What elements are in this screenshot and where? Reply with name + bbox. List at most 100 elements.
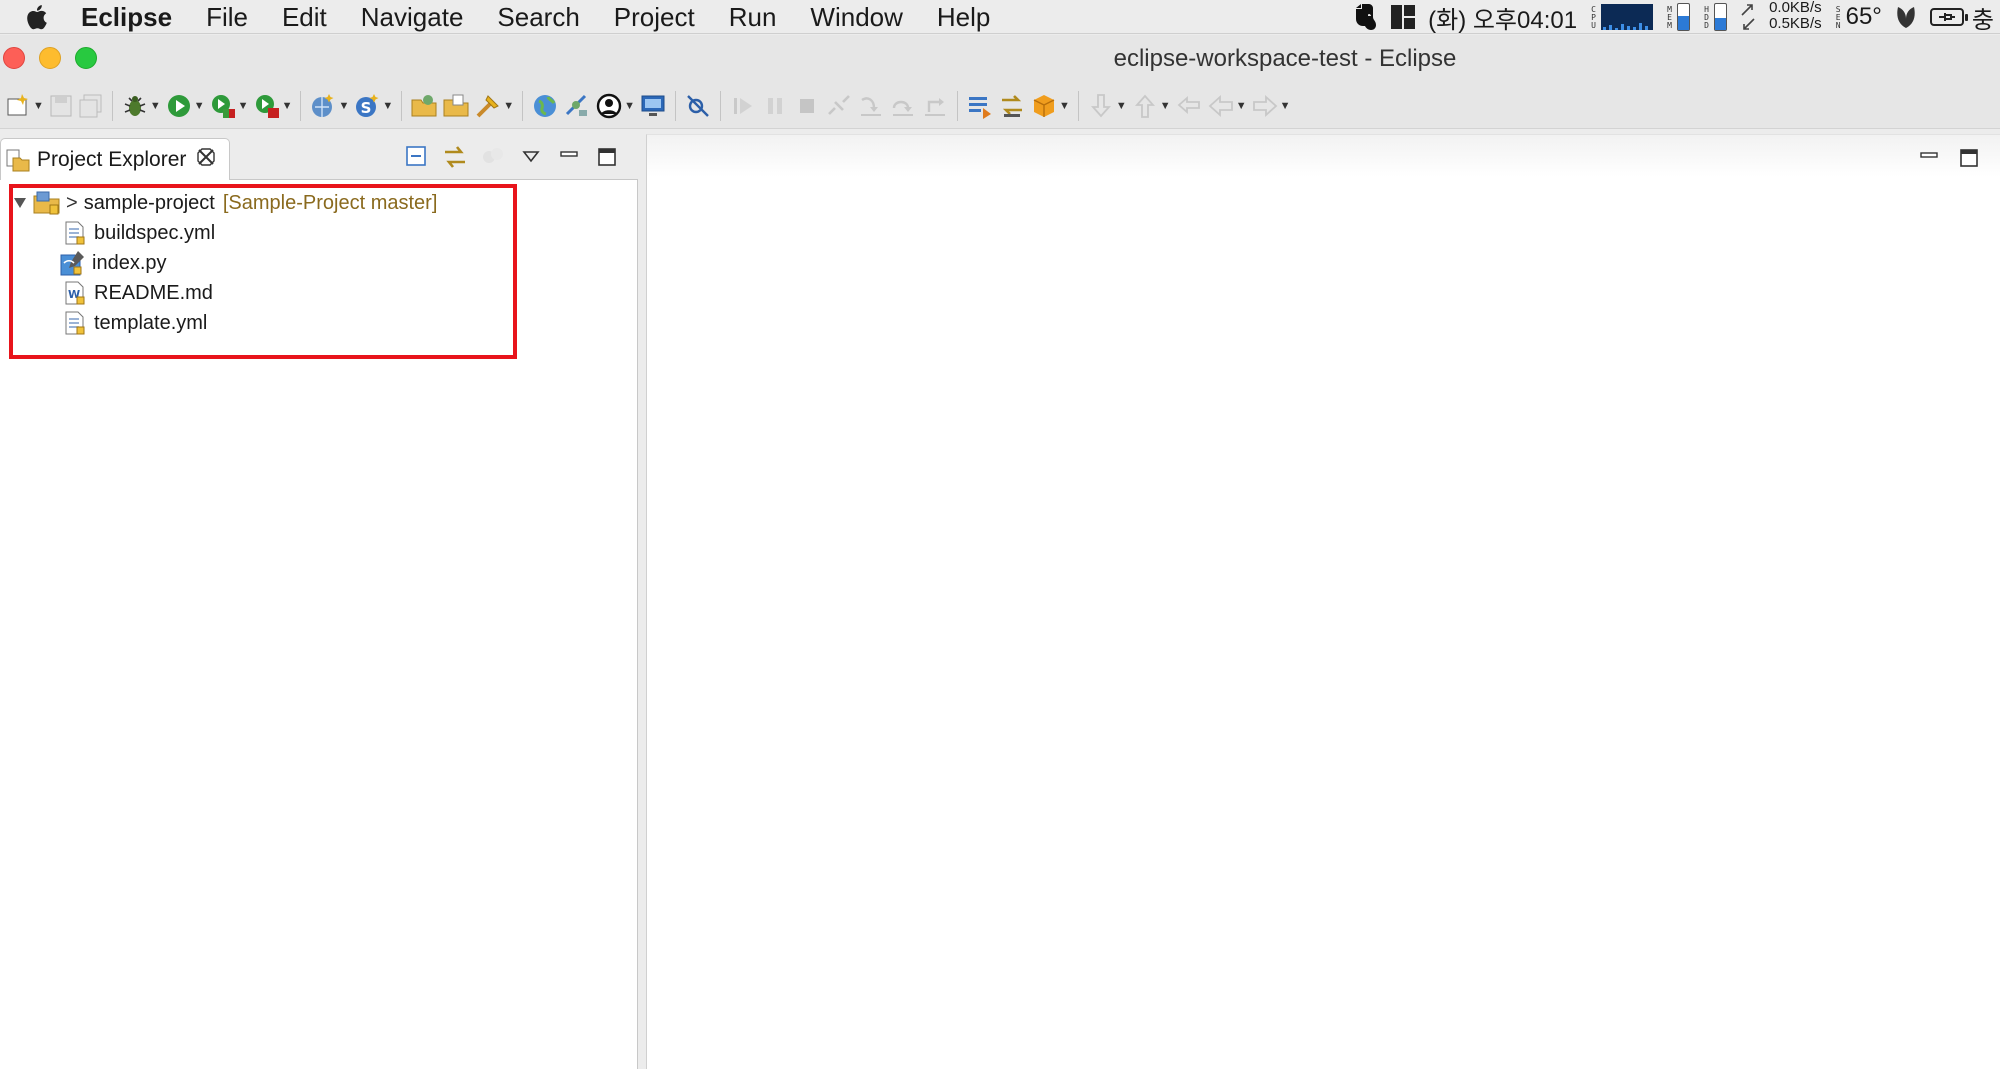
chevron-down-icon[interactable]: ▼ <box>1280 100 1291 112</box>
step-over-button[interactable] <box>887 89 919 123</box>
chevron-down-icon[interactable]: ▼ <box>1160 100 1171 112</box>
svg-text:S: S <box>361 99 372 117</box>
new-server-button[interactable]: ▼ <box>307 89 351 123</box>
window-title-bar: eclipse-workspace-test - Eclipse <box>0 35 2000 83</box>
chevron-down-icon[interactable]: ▼ <box>1116 100 1127 112</box>
disconnect-icon <box>828 94 850 115</box>
memory-monitor[interactable]: MEM <box>1659 0 1696 34</box>
connect-icon <box>566 94 588 116</box>
expanded-triangle-icon[interactable] <box>12 195 28 211</box>
maximize-editor-button[interactable] <box>1949 143 1989 173</box>
link-with-editor-button[interactable] <box>436 142 474 172</box>
temperature-sensor[interactable]: SEN 65° <box>1828 0 1888 34</box>
close-icon[interactable] <box>196 147 216 172</box>
hdd-label-text: HDD <box>1702 5 1712 29</box>
filter-button[interactable] <box>474 142 512 172</box>
connect-button[interactable] <box>561 89 593 123</box>
chevron-down-icon[interactable]: ▼ <box>338 100 349 112</box>
task-list-button[interactable] <box>964 89 996 123</box>
new-java-class-button[interactable]: S ▼ <box>351 89 395 123</box>
git-dirty-marker: > <box>66 191 78 214</box>
chevron-down-icon[interactable]: ▼ <box>624 100 635 112</box>
minimize-icon <box>560 151 578 157</box>
tree-file-template[interactable]: template.yml <box>62 308 207 338</box>
sync-icon <box>1002 94 1023 117</box>
terminate-button[interactable] <box>791 89 823 123</box>
step-into-button[interactable] <box>855 89 887 123</box>
leaf-app-icon[interactable] <box>1888 0 1924 34</box>
last-edit-icon <box>1177 95 1200 114</box>
chevron-down-icon[interactable]: ▼ <box>382 100 393 112</box>
external-tools-button[interactable]: ▼ <box>251 89 295 123</box>
save-button[interactable] <box>46 89 76 123</box>
clock[interactable]: (화) 오후04:01 <box>1422 0 1583 34</box>
tab-project-explorer[interactable]: Project Explorer <box>0 138 230 180</box>
yaml-file-icon <box>65 221 85 245</box>
menu-run[interactable]: Run <box>712 0 794 34</box>
chevron-down-icon[interactable]: ▼ <box>150 100 161 112</box>
maximize-view-button[interactable] <box>588 142 626 172</box>
save-all-button[interactable] <box>76 89 106 123</box>
tree-file-buildspec[interactable]: buildspec.yml <box>62 218 215 248</box>
menu-search[interactable]: Search <box>480 0 596 34</box>
battery-status[interactable]: 충 <box>1924 0 2000 34</box>
apple-menu-icon[interactable] <box>24 0 64 34</box>
minimize-view-button[interactable] <box>550 142 588 172</box>
evernote-icon[interactable] <box>1346 0 1384 34</box>
search-tools-button[interactable]: ▼ <box>472 89 516 123</box>
forward-button[interactable]: ▼ <box>1249 89 1293 123</box>
menu-app-eclipse[interactable]: Eclipse <box>64 0 189 34</box>
suspend-button[interactable] <box>759 89 791 123</box>
chevron-down-icon[interactable]: ▼ <box>33 100 44 112</box>
coverage-button[interactable]: ▼ <box>207 89 251 123</box>
menu-window[interactable]: Window <box>793 0 919 34</box>
menu-project[interactable]: Project <box>597 0 712 34</box>
menu-navigate[interactable]: Navigate <box>344 0 481 34</box>
chevron-down-icon[interactable]: ▼ <box>503 100 514 112</box>
account-button[interactable]: ▼ <box>593 89 637 123</box>
chevron-down-icon[interactable]: ▼ <box>238 100 249 112</box>
chevron-down-icon[interactable]: ▼ <box>194 100 205 112</box>
new-wizard-button[interactable]: ▼ <box>4 89 46 123</box>
debug-button[interactable]: ▼ <box>119 89 163 123</box>
disk-monitor[interactable]: HDD <box>1696 0 1733 34</box>
git-branch-decoration: [Sample-Project master] <box>222 191 438 214</box>
chevron-down-icon[interactable]: ▼ <box>1059 100 1070 112</box>
previous-annotation-button[interactable]: ▼ <box>1129 89 1173 123</box>
cpu-monitor[interactable]: CPU <box>1583 0 1659 34</box>
web-browser-button[interactable] <box>529 89 561 123</box>
menu-file[interactable]: File <box>189 0 265 34</box>
open-type-button[interactable] <box>408 89 440 123</box>
python-file-icon <box>60 251 84 276</box>
resume-button[interactable] <box>727 89 759 123</box>
menu-help[interactable]: Help <box>920 0 1007 34</box>
skip-breakpoints-button[interactable] <box>682 89 714 123</box>
open-resource-button[interactable] <box>440 89 472 123</box>
tree-project-node[interactable]: > sample-project [Sample-Project master] <box>12 188 437 218</box>
tree-file-index-py[interactable]: index.py <box>58 248 167 278</box>
globe-icon <box>534 94 557 117</box>
mem-label: MEM <box>1665 5 1674 29</box>
view-menu-button[interactable] <box>512 142 550 172</box>
tree-file-readme[interactable]: W README.md <box>62 278 213 308</box>
window-layout-icon[interactable] <box>1384 0 1422 34</box>
network-speed[interactable]: 0.0KB/s 0.5KB/s <box>1763 0 1828 34</box>
minimize-editor-button[interactable] <box>1909 143 1949 173</box>
chevron-down-icon[interactable]: ▼ <box>282 100 293 112</box>
run-button[interactable]: ▼ <box>163 89 207 123</box>
collapse-all-button[interactable] <box>398 142 436 172</box>
sync-button[interactable] <box>996 89 1028 123</box>
save-all-icon <box>79 94 102 117</box>
monitor-button[interactable] <box>637 89 669 123</box>
previous-annotation-icon <box>1134 94 1155 118</box>
step-return-button[interactable] <box>919 89 951 123</box>
chevron-down-icon[interactable]: ▼ <box>1236 100 1247 112</box>
aws-button[interactable]: ▼ <box>1028 89 1072 123</box>
disconnect-button[interactable] <box>823 89 855 123</box>
suspend-icon <box>768 97 783 114</box>
back-button[interactable]: ▼ <box>1205 89 1249 123</box>
next-annotation-button[interactable]: ▼ <box>1085 89 1129 123</box>
last-edit-location-button[interactable] <box>1173 89 1205 123</box>
battery-label: 충 <box>1971 6 1994 34</box>
menu-edit[interactable]: Edit <box>265 0 344 34</box>
